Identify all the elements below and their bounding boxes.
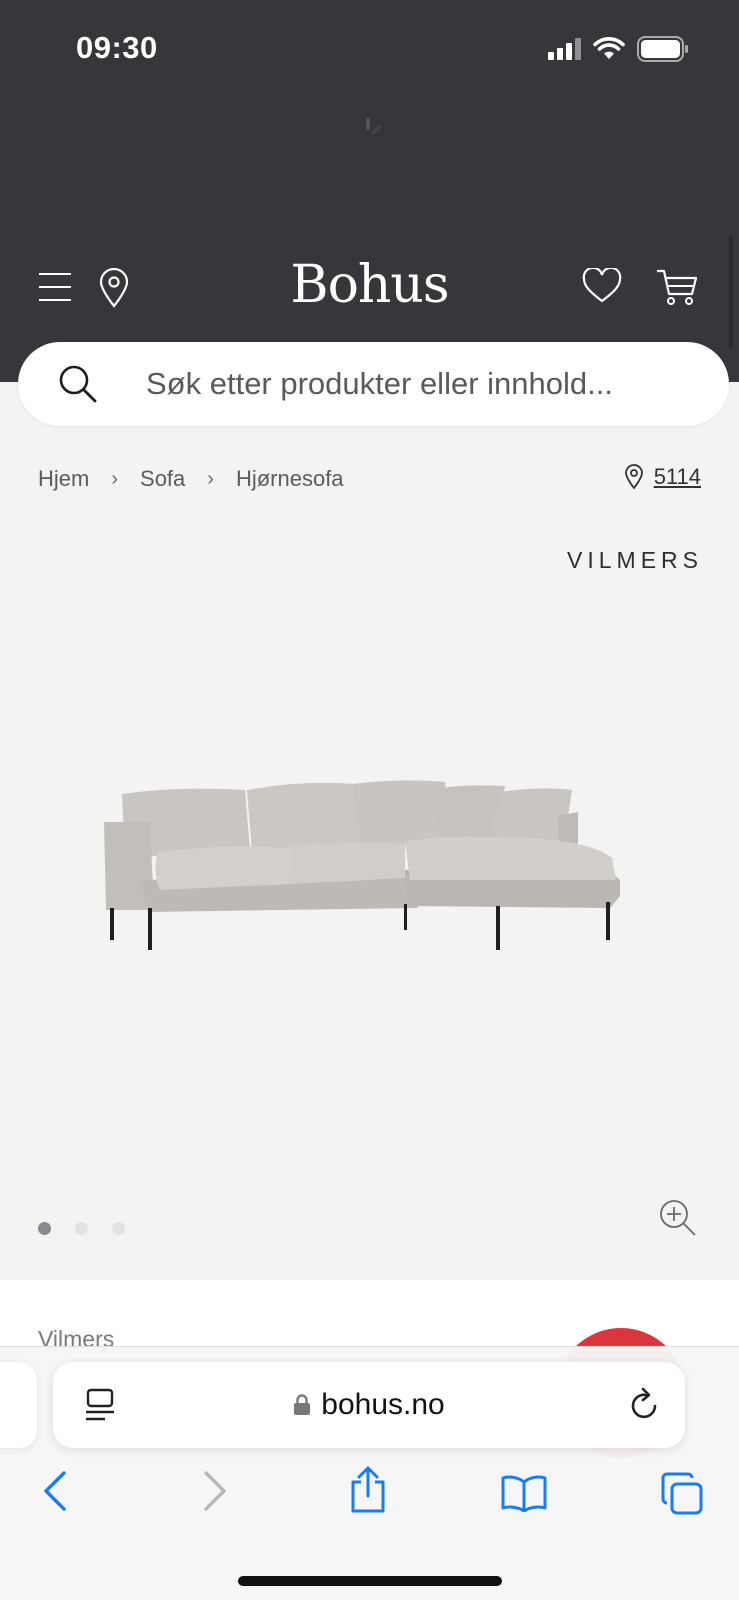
status-icons [548,36,689,62]
brand-name: VILMERS [567,547,703,573]
chevron-right-icon: › [207,467,214,490]
share-icon[interactable] [348,1466,388,1514]
carousel-dot-3[interactable] [112,1222,125,1235]
address-bar[interactable]: bohus.no [53,1362,685,1448]
cart-icon [657,269,698,305]
url-text: bohus.no [321,1388,445,1421]
forward-chevron-icon[interactable] [202,1470,228,1512]
search-icon [59,365,97,403]
chevron-right-icon: › [111,467,119,490]
heart-icon [582,268,622,303]
home-indicator [238,1576,502,1586]
previous-tab-preview[interactable] [0,1362,37,1448]
wifi-icon [593,37,625,59]
back-chevron-icon[interactable] [42,1470,68,1512]
cellular-signal-icon [548,38,581,60]
reload-icon[interactable] [629,1386,661,1422]
cart-button[interactable] [656,268,698,306]
breadcrumb-item-sofa[interactable]: Sofa [140,466,185,492]
product-image-sofa[interactable] [100,780,640,960]
search-input[interactable] [146,364,706,404]
carousel-dot-2[interactable] [75,1222,88,1235]
battery-icon [637,36,688,62]
image-carousel-dots [38,1222,125,1235]
zoom-in-icon[interactable] [658,1198,698,1238]
breadcrumb-item-home[interactable]: Hjem [38,466,89,492]
tabs-icon[interactable] [660,1472,704,1516]
url-display: bohus.no [53,1388,685,1422]
breadcrumb-item-corner-sofa[interactable]: Hjørnesofa [236,466,344,492]
lock-icon [294,1394,311,1415]
loading-spinner-icon [366,118,382,135]
wishlist-button[interactable] [582,268,622,304]
search-bar[interactable] [18,342,729,426]
location-pin-icon [624,464,643,490]
site-logo[interactable]: Bohus [0,255,739,315]
store-number-link[interactable]: 5114 [654,464,701,490]
breadcrumb: Hjem › Sofa › Hjørnesofa [38,466,344,492]
selected-store[interactable]: 5114 [624,464,701,490]
carousel-dot-1[interactable] [38,1222,51,1235]
status-time: 09:30 [76,30,158,65]
bookmarks-icon[interactable] [500,1474,548,1512]
